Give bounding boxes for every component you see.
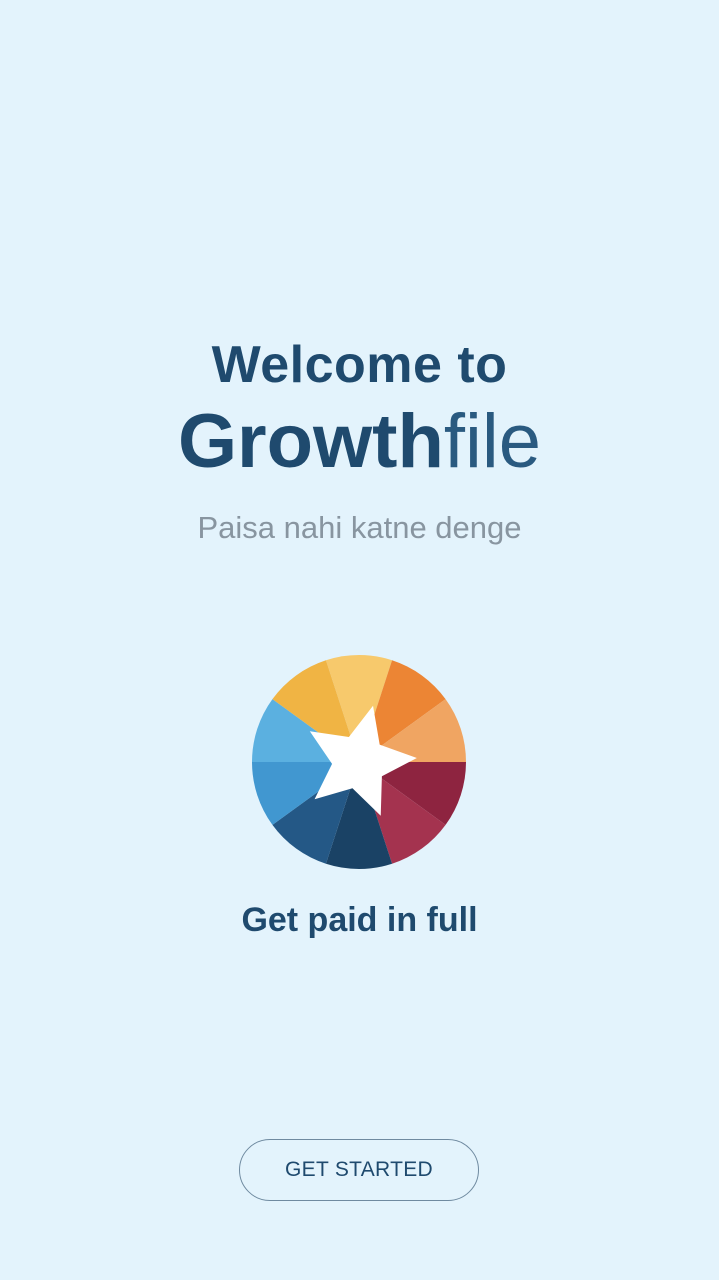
- welcome-screen: Welcome to Growthfile Paisa nahi katne d…: [0, 0, 719, 1280]
- brand-wordmark: Growthfile: [0, 396, 719, 488]
- welcome-heading: Welcome to: [211, 336, 508, 394]
- brand-wordmark-strong: Growth: [177, 399, 444, 484]
- feature-slide-text: Get paid in full: [241, 901, 478, 939]
- brand-wordmark-light: file: [443, 399, 542, 484]
- tagline: Paisa nahi katne denge: [197, 510, 522, 545]
- growthfile-star-logo-icon: [252, 655, 466, 869]
- get-started-button[interactable]: GET STARTED: [239, 1139, 479, 1201]
